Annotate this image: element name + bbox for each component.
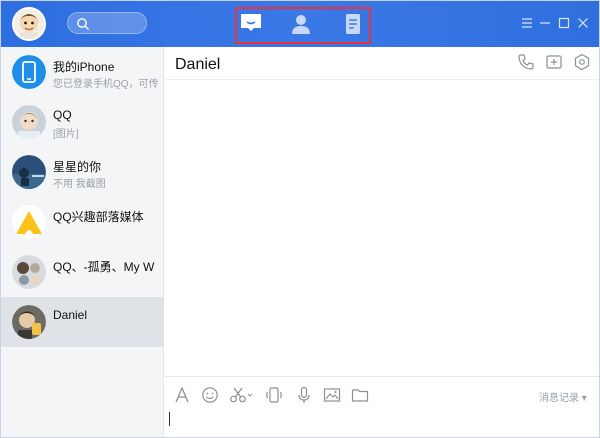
shake-icon[interactable] [265, 386, 283, 404]
conversation-item[interactable]: QQ兴趣部落媒体 [1, 197, 164, 247]
conversation-preview: [图片] [53, 129, 79, 140]
conversation-item[interactable]: 星星的你 不用 我截图 [1, 147, 164, 197]
conversation-preview: 不用 我截图 [53, 179, 106, 190]
maximize-icon[interactable] [556, 15, 572, 31]
message-input[interactable] [165, 412, 599, 437]
add-member-icon[interactable] [545, 53, 563, 71]
qq-window: 我的iPhone 您已登录手机QQ，可传 QQ [图片] 星星的你 不用 我截图… [0, 0, 600, 438]
conversation-list: 我的iPhone 您已登录手机QQ，可传 QQ [图片] 星星的你 不用 我截图… [1, 47, 164, 437]
conversation-name: QQ兴趣部落媒体 [53, 210, 144, 224]
input-toolbar: 消息记录 ▾ [165, 376, 599, 412]
chat-bubble-icon[interactable] [239, 12, 263, 34]
conversation-item[interactable]: QQ、-孤勇、My W [1, 247, 164, 297]
font-icon[interactable] [173, 386, 191, 404]
menu-icon[interactable] [519, 15, 535, 31]
text-cursor [169, 412, 170, 426]
search-icon [77, 18, 89, 30]
phone-avatar [12, 55, 46, 89]
minimize-icon[interactable] [537, 15, 553, 31]
image-icon[interactable] [323, 386, 341, 404]
conversation-name: 星星的你 [53, 160, 102, 174]
chat-title: Daniel [175, 56, 221, 73]
message-area [165, 80, 599, 376]
settings-icon[interactable] [573, 53, 591, 71]
search-box[interactable] [67, 12, 147, 34]
voice-icon[interactable] [295, 386, 313, 404]
close-icon[interactable] [575, 15, 591, 31]
title-bar [1, 1, 599, 47]
folder-icon[interactable] [351, 386, 369, 404]
conversation-name: 我的iPhone [53, 60, 115, 74]
conversation-item-active[interactable]: Daniel [1, 297, 164, 347]
conversation-name: Daniel [53, 308, 88, 322]
tribe-avatar [12, 205, 46, 239]
screenshot-icon[interactable] [229, 386, 253, 404]
conversation-preview: 您已登录手机QQ，可传 [53, 79, 159, 90]
message-history-link[interactable]: 消息记录 ▾ [539, 389, 587, 404]
document-icon[interactable] [341, 13, 365, 35]
conversation-name: QQ、-孤勇、My W [53, 260, 155, 274]
daniel-avatar [12, 305, 46, 339]
emoji-icon[interactable] [201, 386, 219, 404]
conversation-name: QQ [53, 108, 72, 122]
landscape-avatar [12, 155, 46, 189]
group-avatar [12, 255, 46, 289]
conversation-item[interactable]: 我的iPhone 您已登录手机QQ，可传 [1, 47, 164, 97]
conversation-item[interactable]: QQ [图片] [1, 97, 164, 147]
person-icon[interactable] [289, 13, 313, 35]
baby-avatar [12, 105, 46, 139]
phone-icon[interactable] [517, 53, 535, 71]
self-avatar[interactable] [12, 7, 46, 41]
